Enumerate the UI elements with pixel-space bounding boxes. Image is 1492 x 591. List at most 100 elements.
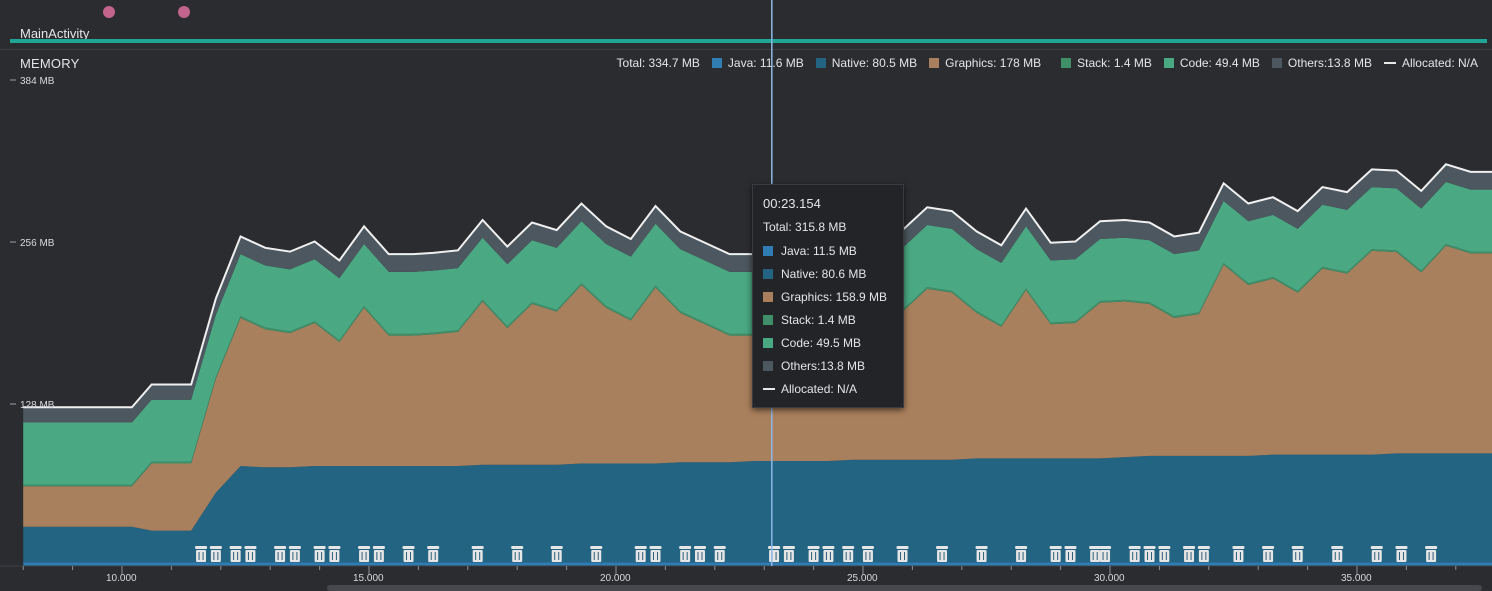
x-tick-label: 25.000 [847, 573, 878, 584]
trash-icon [1090, 550, 1101, 562]
trash-lid-icon [313, 546, 326, 549]
trash-icon [314, 550, 325, 562]
legend-java: Java: 11.6 MB [711, 56, 804, 70]
tooltip-row-others: Others:13.8 MB [763, 359, 865, 373]
legend-java-label: Java: 11.6 MB [727, 56, 804, 70]
area-java [23, 562, 1492, 566]
trash-icon [1233, 550, 1244, 562]
trash-lid-icon [768, 546, 781, 549]
trash-icon [843, 550, 854, 562]
trash-lid-icon [936, 546, 949, 549]
trash-lid-icon [1370, 546, 1383, 549]
trash-lid-icon [511, 546, 524, 549]
trash-icon [1198, 550, 1209, 562]
trash-lid-icon [1015, 546, 1028, 549]
trash-lid-icon [807, 546, 820, 549]
trash-icon [1263, 550, 1274, 562]
trash-icon [1159, 550, 1170, 562]
trash-lid-icon [402, 546, 415, 549]
trash-icon [694, 550, 705, 562]
trash-icon [783, 550, 794, 562]
x-tick-label: 15.000 [353, 573, 384, 584]
trash-lid-icon [1262, 546, 1275, 549]
memory-legend: Total: 334.7 MB Java: 11.6 MB Native: 80… [605, 56, 1478, 70]
trash-icon [275, 550, 286, 562]
trash-lid-icon [550, 546, 563, 549]
trash-lid-icon [1049, 546, 1062, 549]
trash-lid-icon [1232, 546, 1245, 549]
area-native [23, 453, 1492, 563]
tooltip-row-label: Graphics: 158.9 MB [781, 290, 888, 304]
tooltip-row-allocated: Allocated: N/A [763, 382, 857, 396]
trash-lid-icon [590, 546, 603, 549]
trash-lid-icon [1158, 546, 1171, 549]
trash-icon [1292, 550, 1303, 562]
legend-allocated: Allocated: N/A [1383, 56, 1478, 70]
trash-icon [1050, 550, 1061, 562]
y-tick-label: 384 MB [20, 76, 55, 87]
code-swatch-icon [1163, 58, 1174, 68]
trash-icon [862, 550, 873, 562]
x-tick-label: 20.000 [600, 573, 631, 584]
java-swatch-icon [711, 58, 722, 68]
trash-lid-icon [713, 546, 726, 549]
trash-lid-icon [209, 546, 222, 549]
trash-lid-icon [328, 546, 341, 549]
trash-icon [823, 550, 834, 562]
horizontal-scrollbar[interactable] [327, 585, 1482, 591]
trash-lid-icon [1064, 546, 1077, 549]
x-tick-label: 30.000 [1094, 573, 1125, 584]
trash-lid-icon [822, 546, 835, 549]
trash-icon [210, 550, 221, 562]
trash-lid-icon [1291, 546, 1304, 549]
y-tick-label: 128 MB [20, 400, 55, 411]
memory-tooltip: 00:23.154 Total: 315.8 MB Java: 11.5 MB … [752, 184, 904, 408]
memory-chart[interactable]: 384 MB 256 MB 128 MB 10.000 15.000 20.000 25.0… [0, 0, 1492, 591]
trash-lid-icon [861, 546, 874, 549]
trash-icon [329, 550, 340, 562]
stack-swatch-icon [763, 315, 773, 325]
tooltip-time: 00:23.154 [763, 196, 821, 211]
trash-lid-icon [244, 546, 257, 549]
trash-icon [976, 550, 987, 562]
trash-icon [897, 550, 908, 562]
trash-icon [680, 550, 691, 562]
tooltip-row-label: Allocated: N/A [781, 382, 858, 396]
trash-lid-icon [274, 546, 287, 549]
native-swatch-icon [815, 58, 826, 68]
legend-total: Total: 334.7 MB [617, 56, 700, 70]
trash-icon [769, 550, 780, 562]
trash-lid-icon [471, 546, 484, 549]
trash-icon [512, 550, 523, 562]
trash-lid-icon [842, 546, 855, 549]
trash-lid-icon [782, 546, 795, 549]
native-swatch-icon [763, 269, 773, 279]
tooltip-row-graphics: Graphics: 158.9 MB [763, 290, 887, 304]
trash-lid-icon [896, 546, 909, 549]
trash-icon [1100, 550, 1111, 562]
legend-graphics-label: Graphics: 178 MB [945, 56, 1042, 70]
trash-lid-icon [1143, 546, 1156, 549]
trash-lid-icon [1183, 546, 1196, 549]
trash-icon [1016, 550, 1027, 562]
graphics-swatch-icon [929, 58, 940, 68]
trash-lid-icon [372, 546, 385, 549]
trash-lid-icon [358, 546, 371, 549]
trash-icon [359, 550, 370, 562]
stack-swatch-icon [1061, 58, 1072, 68]
trash-lid-icon [975, 546, 988, 549]
legend-code-label: Code: 49.4 MB [1179, 56, 1260, 70]
trash-lid-icon [427, 546, 440, 549]
trash-lid-icon [693, 546, 706, 549]
others-swatch-icon [1271, 58, 1282, 68]
legend-stack-label: Stack: 1.4 MB [1077, 56, 1152, 70]
legend-native-label: Native: 80.5 MB [831, 56, 918, 70]
trash-icon [1184, 550, 1195, 562]
tooltip-total: Total: 315.8 MB [763, 220, 847, 234]
tooltip-row-label: Java: 11.5 MB [781, 244, 857, 258]
trash-icon [245, 550, 256, 562]
legend-stack: Stack: 1.4 MB [1061, 56, 1152, 70]
trash-icon [1396, 550, 1407, 562]
trash-lid-icon [1425, 546, 1438, 549]
legend-native: Native: 80.5 MB [815, 56, 918, 70]
